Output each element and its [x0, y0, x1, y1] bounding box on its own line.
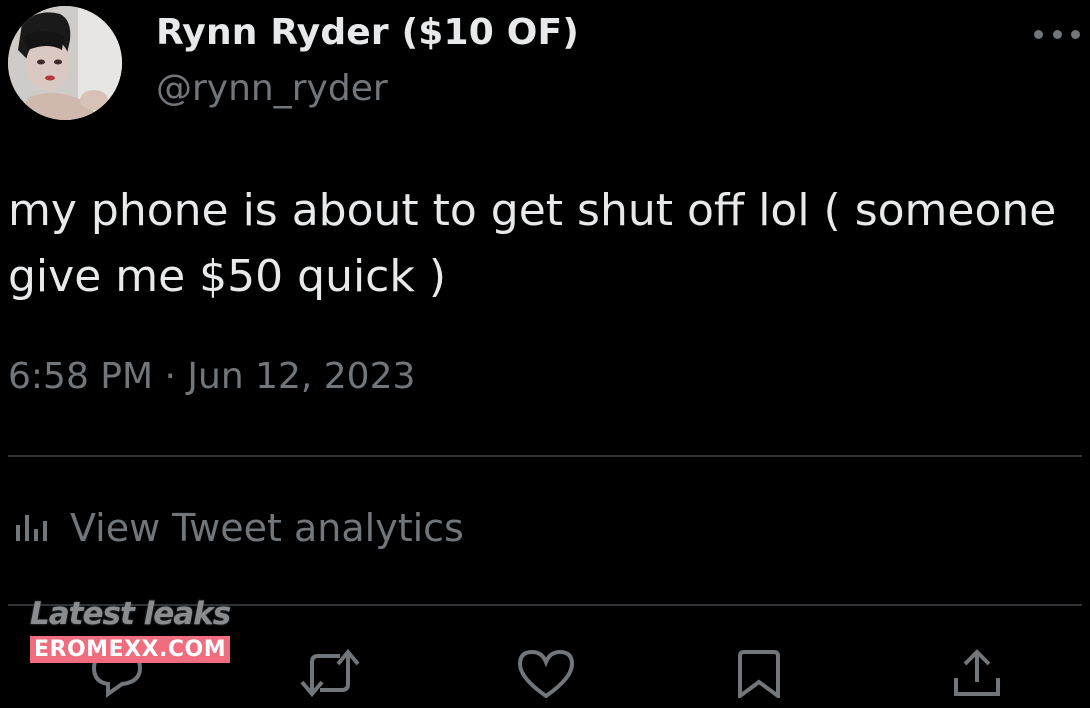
display-name[interactable]: Rynn Ryder ($10 OF) [156, 12, 579, 53]
view-analytics-link[interactable]: View Tweet analytics [14, 506, 464, 550]
profile-photo [8, 6, 122, 120]
more-options-button[interactable] [1034, 20, 1080, 48]
watermark-line1: Latest leaks [30, 596, 231, 632]
tweet-text: my phone is about to get shut off lol ( … [8, 185, 1057, 302]
user-handle[interactable]: @rynn_ryder [156, 68, 388, 109]
watermark: Latest leaks EROMEXX.COM [30, 596, 231, 676]
watermark-line2: EROMEXX.COM [30, 636, 231, 663]
bookmark-button[interactable] [736, 648, 782, 698]
divider [8, 455, 1082, 457]
retweet-icon [300, 648, 360, 698]
more-horizontal-icon-dot [1071, 29, 1080, 39]
retweet-button[interactable] [298, 648, 362, 698]
like-button[interactable] [516, 648, 576, 698]
bookmark-icon [738, 650, 780, 698]
share-icon [954, 649, 1000, 696]
share-button[interactable] [950, 648, 1004, 698]
like-icon [517, 649, 575, 698]
avatar[interactable] [8, 6, 122, 120]
bar-chart-icon [14, 513, 52, 543]
tweet-timestamp[interactable]: 6:58 PM · Jun 12, 2023 [8, 356, 415, 397]
more-horizontal-icon [1034, 29, 1043, 39]
view-analytics-label: View Tweet analytics [70, 506, 464, 550]
more-horizontal-icon-dot [1052, 29, 1062, 39]
